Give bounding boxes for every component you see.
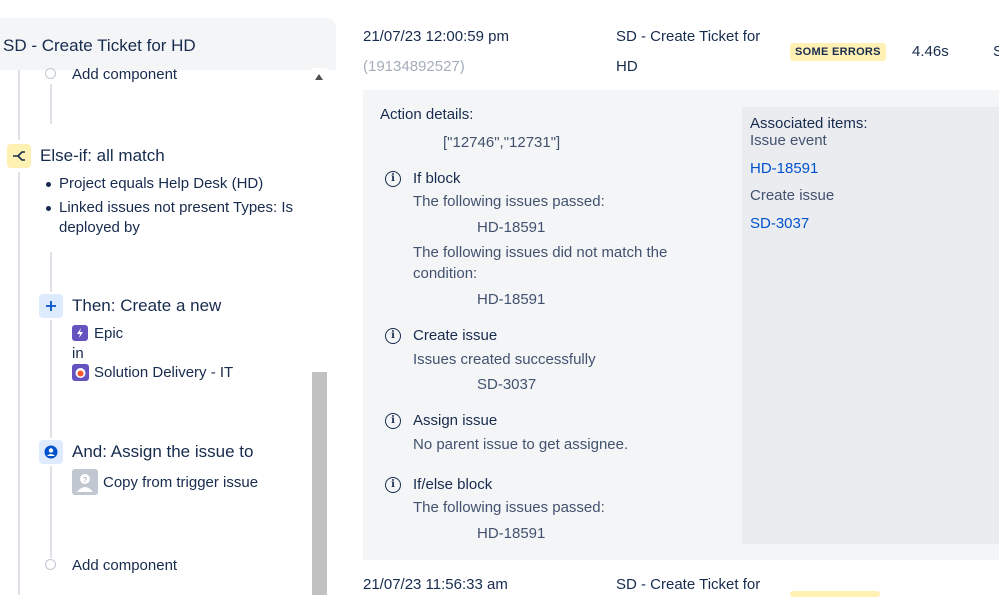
log-truncated-text: S xyxy=(993,43,999,60)
tree-line xyxy=(18,70,20,140)
in-label: in xyxy=(72,345,84,362)
detail-issue-key: HD-18591 xyxy=(477,525,546,542)
detail-line: No parent issue to get assignee. xyxy=(413,436,629,453)
log-rule-name[interactable]: SD - Create Ticket for xyxy=(616,576,760,593)
associated-group-label: Create issue xyxy=(750,187,835,204)
action-details-heading: Action details: xyxy=(380,106,474,123)
scroll-up-arrow-icon[interactable] xyxy=(315,74,323,80)
associated-group-label: Issue event xyxy=(750,132,827,149)
log-id: (19134892527) xyxy=(363,58,465,75)
rule-editor-panel: SD - Create Ticket for HD Add component … xyxy=(0,0,336,595)
and-label[interactable]: And: Assign the issue to xyxy=(72,442,253,462)
plus-icon xyxy=(39,294,63,318)
detail-block-title: Create issue xyxy=(413,327,498,344)
detail-issue-key: SD-3037 xyxy=(477,376,537,393)
status-badge-partial xyxy=(790,591,880,597)
bullet xyxy=(46,206,51,211)
add-component-dot[interactable] xyxy=(45,559,56,570)
detail-line: The following issues did not match the xyxy=(413,244,668,261)
assignee-value: Copy from trigger issue xyxy=(103,474,259,491)
default-avatar-icon: ? xyxy=(72,469,98,495)
bullet xyxy=(46,182,51,187)
scrollbar-thumb[interactable] xyxy=(312,372,327,595)
condition-item-continued: deployed by xyxy=(59,219,140,236)
associated-issue-link[interactable]: SD-3037 xyxy=(750,215,809,232)
condition-item: Project equals Help Desk (HD) xyxy=(59,175,264,192)
detail-line-continued: condition: xyxy=(413,265,478,282)
else-if-label[interactable]: Else-if: all match xyxy=(40,146,165,166)
log-date: 21/07/23 12:00:59 pm xyxy=(363,28,509,45)
add-component-link-bottom[interactable]: Add component xyxy=(72,557,177,574)
status-badge: SOME ERRORS xyxy=(790,43,886,61)
branch-icon xyxy=(7,144,31,168)
tree-line xyxy=(50,252,52,292)
info-icon: i xyxy=(385,171,401,187)
log-duration: 4.46s xyxy=(912,43,949,60)
info-icon: i xyxy=(385,413,401,429)
project-avatar-icon xyxy=(72,364,89,381)
then-label[interactable]: Then: Create a new xyxy=(72,296,221,316)
action-ids: ["12746","12731"] xyxy=(443,134,561,151)
detail-issue-key: HD-18591 xyxy=(477,291,546,308)
associated-items-heading: Associated items: xyxy=(750,115,868,132)
detail-block-title: If/else block xyxy=(413,476,493,493)
tree-line xyxy=(50,84,52,124)
log-date: 21/07/23 11:56:33 am xyxy=(363,576,508,593)
svg-text:?: ? xyxy=(83,477,87,484)
add-component-dot[interactable] xyxy=(45,68,56,79)
log-rule-name-continued[interactable]: HD xyxy=(616,58,638,75)
tree-line xyxy=(50,320,52,438)
rule-title: SD - Create Ticket for HD xyxy=(3,36,196,55)
tree-line xyxy=(50,466,52,558)
add-component-link-top[interactable]: Add component xyxy=(72,66,177,83)
tree-line xyxy=(18,172,20,595)
detail-line: The following issues passed: xyxy=(413,193,605,210)
detail-block-title: If block xyxy=(413,170,461,187)
condition-item: Linked issues not present Types: Is xyxy=(59,199,294,216)
detail-line: Issues created successfully xyxy=(413,351,596,368)
project-value: Solution Delivery - IT xyxy=(94,364,234,381)
info-icon: i xyxy=(385,328,401,344)
associated-issue-link[interactable]: HD-18591 xyxy=(750,160,818,177)
epic-icon xyxy=(72,325,88,341)
log-rule-name[interactable]: SD - Create Ticket for xyxy=(616,28,760,45)
info-icon: i xyxy=(385,477,401,493)
user-icon xyxy=(39,440,63,464)
issue-type-value: Epic xyxy=(94,325,124,342)
detail-line: The following issues passed: xyxy=(413,499,605,516)
detail-block-title: Assign issue xyxy=(413,412,498,429)
detail-issue-key: HD-18591 xyxy=(477,219,546,236)
